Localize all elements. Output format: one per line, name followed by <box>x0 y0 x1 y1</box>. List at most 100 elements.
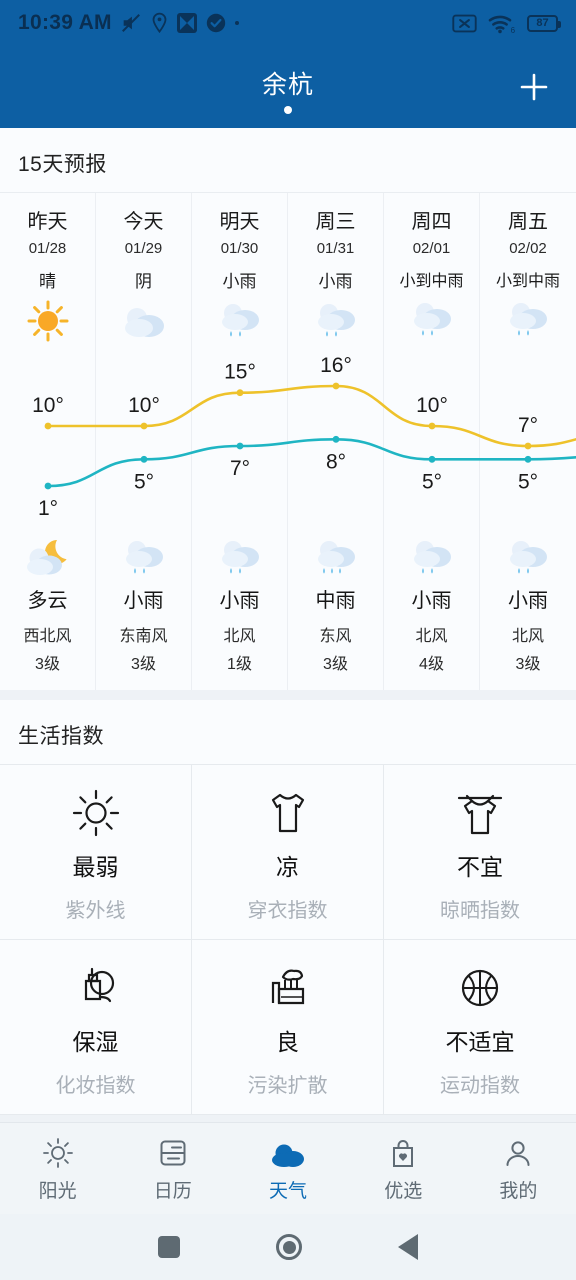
light-rain-icon <box>215 534 265 582</box>
forecast-column[interactable]: 今天 01/29 阴 <box>96 193 192 344</box>
main-content: 15天预报 昨天 01/28 晴 今天 01/29 阴 明天 01/30 小雨 … <box>0 128 576 1122</box>
life-index-value: 最弱 <box>72 853 119 880</box>
tab-label: 优选 <box>384 1180 423 1202</box>
moon-cloud-icon <box>21 534 75 582</box>
svg-text:7°: 7° <box>518 414 538 437</box>
life-index-label: 穿衣指数 <box>247 899 328 922</box>
forecast-night-row: 多云 西北风 3级 小雨 东南风 3级 小雨 北风 1级 中雨 东风 3级 小雨… <box>0 524 576 690</box>
bottom-tab-bar: 阳光 日历 天气 优选 我的 <box>0 1122 576 1214</box>
forecast-date: 02/02 <box>509 240 547 257</box>
svg-text:7°: 7° <box>230 457 250 480</box>
forecast-wind-direction: 东南风 <box>119 628 168 645</box>
life-index-item-cosmetics[interactable]: 保湿 化妆指数 <box>0 940 192 1115</box>
basketball-icon <box>453 957 507 1019</box>
factory-icon <box>261 957 315 1019</box>
forecast-day-name: 昨天 <box>27 211 68 233</box>
forecast-night-condition: 小雨 <box>219 590 260 612</box>
forecast-night-column[interactable]: 中雨 东风 3级 <box>288 524 384 690</box>
plus-icon <box>520 73 548 101</box>
forecast-day-name: 今天 <box>123 211 164 233</box>
life-index-item-uv[interactable]: 最弱 紫外线 <box>0 765 192 940</box>
status-right-icons: 6 87 <box>452 13 561 34</box>
life-index-value: 不宜 <box>457 853 503 880</box>
svg-text:5°: 5° <box>134 470 154 493</box>
forecast-night-column[interactable]: 小雨 北风 4级 <box>384 524 480 690</box>
forecast-date: 01/30 <box>220 240 259 257</box>
sun-uv-icon <box>69 782 123 844</box>
svg-text:10°: 10° <box>128 394 160 417</box>
forecast-day-row: 昨天 01/28 晴 今天 01/29 阴 明天 01/30 小雨 周三 01/… <box>0 193 576 344</box>
life-index-label: 紫外线 <box>65 899 126 922</box>
forecast-night-condition: 小雨 <box>411 590 452 612</box>
forecast-column[interactable]: 昨天 01/28 晴 <box>0 193 96 344</box>
svg-text:15°: 15° <box>224 361 256 384</box>
forecast-wind-direction: 西北风 <box>23 628 72 645</box>
drying-shirt-icon <box>453 782 507 844</box>
forecast-day-name: 周三 <box>315 211 356 233</box>
life-index-label: 运动指数 <box>440 1074 520 1097</box>
forecast-column[interactable]: 周三 01/31 小雨 <box>288 193 384 344</box>
forecast-column[interactable]: 周五 02/02 小到中雨 <box>480 193 576 344</box>
chart-svg: 10° 10° 15° 16° 10° 7° 1° 5° 7° 8° 5° 5° <box>32 354 576 520</box>
life-index-item-sport[interactable]: 不适宜 运动指数 <box>384 940 576 1115</box>
forecast-column[interactable]: 周四 02/01 小到中雨 <box>384 193 480 344</box>
forecast-wind-direction: 北风 <box>415 628 448 645</box>
svg-text:8°: 8° <box>326 450 346 473</box>
status-bar: 10:39 AM 6 87 <box>0 0 576 46</box>
more-dot-icon <box>234 21 239 25</box>
forecast-night-condition: 小雨 <box>508 590 548 612</box>
calendar-icon <box>157 1135 189 1169</box>
tab-weather[interactable]: 天气 <box>230 1135 345 1203</box>
forecast-wind-direction: 北风 <box>223 628 256 645</box>
forecast-night-column[interactable]: 小雨 北风 1级 <box>192 524 288 690</box>
tab-sunlight[interactable]: 阳光 <box>0 1135 115 1203</box>
add-city-button[interactable] <box>514 67 554 107</box>
light-rain-icon <box>503 297 553 343</box>
forecast-column[interactable]: 明天 01/30 小雨 <box>192 193 288 344</box>
forecast-date: 02/01 <box>412 240 451 257</box>
cosmetics-icon <box>69 957 123 1019</box>
light-rain-icon <box>119 534 169 582</box>
forecast-wind-level: 3级 <box>323 656 348 673</box>
forecast-night-condition: 多云 <box>27 590 68 612</box>
life-index-value: 保湿 <box>72 1028 119 1055</box>
life-index-item-pollution[interactable]: 良 污染扩散 <box>192 940 384 1115</box>
cloud-filled-icon <box>269 1135 307 1169</box>
forecast-condition: 小到中雨 <box>495 273 560 290</box>
system-navigation-bar <box>0 1214 576 1280</box>
page-indicator-dot[interactable] <box>284 106 292 114</box>
triangle-left-icon[interactable] <box>398 1234 418 1260</box>
forecast-night-column[interactable]: 小雨 东南风 3级 <box>96 524 192 690</box>
sun-icon <box>42 1135 74 1169</box>
life-index-section-title: 生活指数 <box>18 725 104 748</box>
circle-icon[interactable] <box>276 1234 302 1260</box>
forecast-date: 01/29 <box>124 240 163 257</box>
sun-icon <box>25 298 71 344</box>
forecast-condition: 阴 <box>135 272 152 291</box>
status-left-icons <box>120 12 239 34</box>
forecast-condition: 小雨 <box>222 272 257 291</box>
person-icon <box>502 1135 534 1169</box>
weather-app: 10:39 AM 6 87 余杭 15天预报 昨天 01/28 晴 今天 01/… <box>0 0 576 1280</box>
svg-text:5°: 5° <box>422 470 442 493</box>
svg-text:10°: 10° <box>416 394 448 417</box>
svg-text:1°: 1° <box>38 497 58 520</box>
forecast-date: 01/28 <box>28 240 67 257</box>
forecast-day-name: 周四 <box>411 211 452 233</box>
cloud-icon <box>119 298 169 344</box>
forecast-night-column[interactable]: 多云 西北风 3级 <box>0 524 96 690</box>
life-index-item-drying[interactable]: 不宜 晾晒指数 <box>384 765 576 940</box>
forecast-card: 15天预报 昨天 01/28 晴 今天 01/29 阴 明天 01/30 小雨 … <box>0 128 576 690</box>
forecast-condition: 小雨 <box>318 272 353 291</box>
tab-calendar[interactable]: 日历 <box>115 1135 230 1203</box>
forecast-scroller[interactable]: 昨天 01/28 晴 今天 01/29 阴 明天 01/30 小雨 周三 01/… <box>0 192 576 690</box>
life-index-item-clothing[interactable]: 凉 穿衣指数 <box>192 765 384 940</box>
tab-selection[interactable]: 优选 <box>346 1135 461 1203</box>
square-icon[interactable] <box>158 1236 180 1258</box>
tab-label: 阳光 <box>38 1180 77 1202</box>
tab-profile[interactable]: 我的 <box>461 1135 576 1203</box>
mute-icon <box>121 14 140 32</box>
forecast-night-column[interactable]: 小雨 北风 3级 <box>480 524 576 690</box>
forecast-date: 01/31 <box>316 240 355 257</box>
svg-text:10°: 10° <box>32 394 64 417</box>
